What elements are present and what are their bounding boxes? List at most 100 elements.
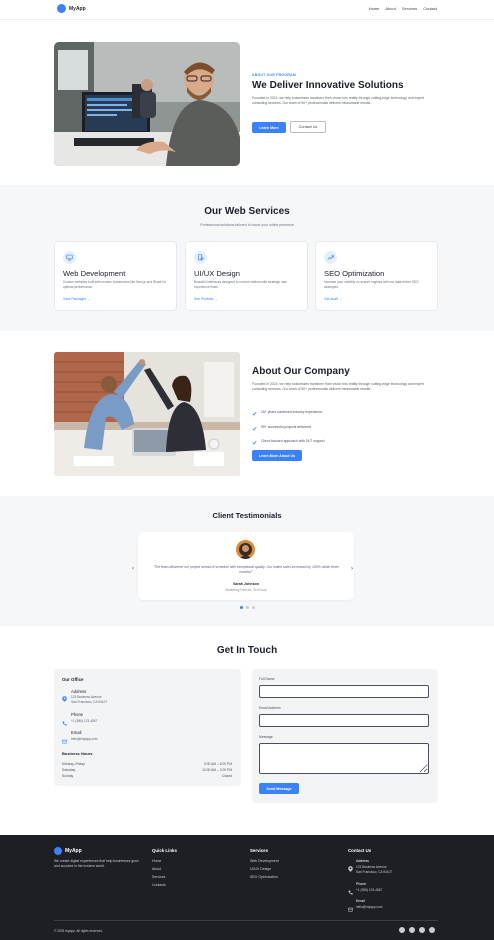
- footer-phone-value[interactable]: +1 (555) 123-4567: [356, 888, 382, 892]
- testimonial-role: Marketing Director, TechCorp: [225, 588, 267, 592]
- carousel-dot-1[interactable]: [240, 606, 243, 609]
- email-address-field[interactable]: [259, 714, 429, 727]
- hero-title: We Deliver Innovative Solutions: [252, 80, 404, 91]
- prev-testimonial-button[interactable]: ‹: [132, 566, 134, 572]
- avatar: [236, 540, 255, 559]
- hero-paragraph: Founded in 2024, we help businesses tran…: [252, 96, 425, 106]
- linkedin-icon[interactable]: [419, 927, 425, 933]
- footer-email-label: Email: [356, 899, 365, 903]
- business-hours-heading: Business Hours: [62, 751, 93, 756]
- trend-chart-icon: [324, 251, 337, 264]
- footer-service-ui-ux-design[interactable]: UI/UX Design: [250, 867, 271, 871]
- checklist-text: Client-focused approach with 24/7 suppor…: [261, 439, 325, 444]
- about-paragraph: Founded in 2024, we help businesses tran…: [252, 382, 425, 392]
- view-packages-link[interactable]: View Packages →: [63, 297, 90, 301]
- contact-us-button[interactable]: Contact Us: [290, 121, 326, 133]
- full-name-field[interactable]: [259, 685, 429, 698]
- quick-links-heading: Quick Links: [152, 848, 177, 853]
- message-label: Message: [259, 735, 273, 739]
- hours-row: Sunday Closed: [62, 774, 232, 778]
- nav-link-about[interactable]: About: [385, 6, 395, 11]
- about-checklist: 15+ years combined industry experience 9…: [252, 405, 325, 449]
- address-label: Address: [71, 689, 87, 694]
- get-audit-link[interactable]: Get Audit →: [324, 297, 342, 301]
- brand-logo[interactable]: MyApp: [57, 4, 86, 13]
- footer-link-home[interactable]: Home: [152, 859, 161, 863]
- hours-day: Sunday: [62, 774, 74, 778]
- checklist-text: 15+ years combined industry experience: [261, 410, 322, 415]
- hours-day: Saturday: [62, 768, 76, 772]
- office-heading: Our Office: [62, 677, 84, 682]
- logo-icon: [57, 4, 66, 13]
- testimonial-author: Sarah Johnson: [233, 582, 259, 586]
- hours-day: Monday–Friday: [62, 762, 85, 766]
- contact-title: Get In Touch: [216, 645, 278, 656]
- see-portfolio-link[interactable]: See Portfolio →: [194, 297, 218, 301]
- logo-icon: [54, 847, 62, 855]
- learn-more-button[interactable]: Learn More: [252, 122, 286, 133]
- carousel-dot-3[interactable]: [252, 606, 255, 609]
- full-name-label: Full Name: [259, 677, 275, 681]
- phone-label: Phone: [71, 712, 84, 717]
- service-card-seo-optimization[interactable]: SEO Optimization Increase your visibilit…: [315, 241, 438, 311]
- about-image: [54, 352, 240, 476]
- card-description: Increase your visibility on search engin…: [324, 280, 419, 289]
- phone-value[interactable]: +1 (555) 123-4567: [71, 719, 97, 724]
- facebook-icon[interactable]: [399, 927, 405, 933]
- address-line-1: 123 Business Avenue: [71, 695, 102, 699]
- card-description: Custom websites built with modern framew…: [63, 280, 166, 289]
- hours-time: Closed: [221, 774, 232, 778]
- brand-name: MyApp: [69, 5, 86, 12]
- check-icon: [252, 432, 257, 450]
- email-address-label: Email Address: [259, 706, 281, 710]
- card-title: UI/UX Design: [194, 269, 241, 278]
- nav-link-home[interactable]: Home: [369, 6, 380, 11]
- hours-row: Monday–Friday 9:00 AM – 6:00 PM: [62, 762, 232, 766]
- footer-service-web-development[interactable]: Web Development: [250, 859, 279, 863]
- card-title: SEO Optimization: [324, 269, 385, 278]
- email-label: Email: [71, 730, 82, 735]
- footer-divider: [54, 920, 438, 921]
- footer-link-services[interactable]: Services: [152, 875, 165, 879]
- footer-link-contacts[interactable]: Contacts: [152, 883, 166, 887]
- card-description: Beautiful interfaces designed to convert…: [194, 280, 288, 289]
- next-testimonial-button[interactable]: ›: [351, 566, 353, 572]
- footer-brand[interactable]: MyApp: [54, 847, 82, 855]
- footer-link-about[interactable]: About: [152, 867, 161, 871]
- footer-address-label: Address: [356, 859, 369, 863]
- twitter-icon[interactable]: [409, 927, 415, 933]
- site-footer: MyApp We create digital experiences that…: [0, 835, 494, 940]
- nav-link-contact[interactable]: Contact: [423, 6, 437, 11]
- copyright-text: © 2025 myapp. All rights reserved.: [54, 929, 103, 933]
- footer-email-value[interactable]: hello@myapp.com: [356, 905, 382, 909]
- carousel-dot-2[interactable]: [246, 606, 249, 609]
- location-pin-icon: [348, 859, 353, 877]
- send-message-button[interactable]: Send Message: [259, 783, 299, 794]
- hours-row: Saturday 10:00 AM – 2:00 PM: [62, 768, 232, 772]
- footer-service-seo-optimization[interactable]: SEO Optimization: [250, 875, 278, 879]
- mail-icon: [348, 899, 353, 917]
- monitor-icon: [63, 251, 76, 264]
- learn-more-about-us-button[interactable]: Learn More About Us: [252, 450, 302, 461]
- checklist-text: 90+ successful projects delivered: [261, 424, 312, 429]
- message-textarea[interactable]: [259, 743, 429, 774]
- checklist-item: 90+ successful projects delivered: [252, 420, 325, 435]
- nav-link-services[interactable]: Services: [402, 6, 417, 11]
- testimonial-card: "The team delivered our project ahead of…: [138, 532, 354, 600]
- hours-time: 9:00 AM – 6:00 PM: [203, 762, 232, 766]
- mail-icon: [62, 731, 67, 749]
- instagram-icon[interactable]: [429, 927, 435, 933]
- footer-phone-label: Phone: [356, 882, 367, 886]
- service-card-ui-ux-design[interactable]: UI/UX Design Beautiful interfaces design…: [185, 241, 308, 311]
- design-tools-icon: [194, 251, 207, 264]
- footer-services-heading: Services: [250, 848, 269, 853]
- checklist-item: Client-focused approach with 24/7 suppor…: [252, 434, 325, 449]
- footer-brand-name: MyApp: [65, 848, 82, 854]
- office-info-panel: Our Office Address 123 Business Avenue S…: [54, 669, 241, 786]
- email-value[interactable]: hello@myapp.com: [71, 737, 97, 742]
- service-card-web-development[interactable]: Web Development Custom websites built wi…: [54, 241, 177, 311]
- services-title: Our Web Services: [204, 206, 290, 217]
- footer-address-line-2: San Francisco, CA 94107: [356, 870, 393, 874]
- hours-time: 10:00 AM – 2:00 PM: [202, 768, 232, 772]
- nav-links: Home About Services Contact: [369, 6, 437, 11]
